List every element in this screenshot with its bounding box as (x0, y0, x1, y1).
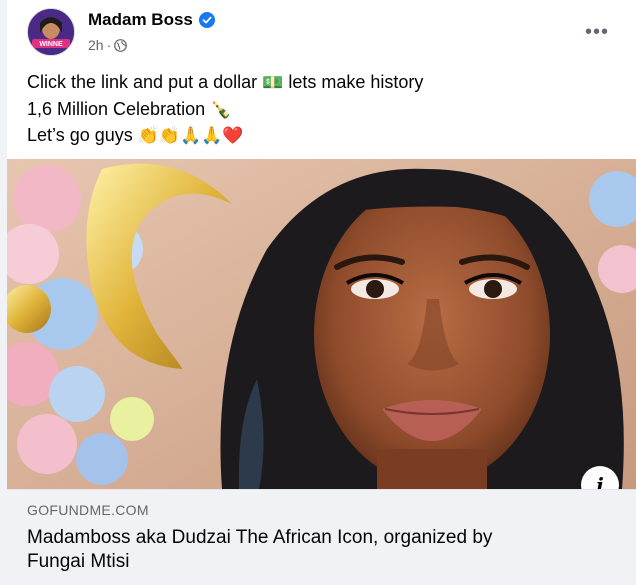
post-text-line-2: 1,6 Million Celebration 🍾 (27, 97, 627, 124)
more-options-glyph: ••• (584, 20, 609, 43)
portrait-photo (7, 159, 636, 489)
author-name[interactable]: Madam Boss (88, 10, 193, 30)
author-avatar[interactable]: WINNE (27, 8, 75, 56)
post-text-line-2-text: 1,6 Million Celebration (27, 98, 206, 119)
post-card: WINNE Madam Boss 2h · ••• Click the link… (7, 0, 636, 585)
link-title: Madamboss aka Dudzai The African Icon, o… (27, 526, 607, 574)
link-title-line-1: Madamboss aka Dudzai The African Icon, o… (27, 527, 493, 548)
meta-separator: · (106, 37, 112, 53)
post-text-line-1: Click the link and put a dollar 💵 lets m… (27, 70, 627, 97)
more-options-icon[interactable]: ••• (580, 18, 614, 46)
post-text-line-1-tail: lets make history (288, 72, 424, 92)
champagne-icon: 🍾 (210, 99, 232, 120)
post-meta: 2h · (88, 37, 128, 53)
clap-pray-heart-icons: 👏👏🙏🙏❤️ (137, 126, 244, 146)
link-title-line-2: Fungai Mtisi (27, 551, 130, 572)
avatar-image: WINNE (28, 9, 74, 55)
link-domain: GOFUNDME.COM (27, 502, 149, 518)
money-icon: 💵 (262, 73, 284, 93)
globe-icon[interactable] (114, 38, 128, 52)
link-preview-image[interactable] (7, 159, 636, 489)
post-text-line-1-text: Click the link and put a dollar (27, 72, 258, 92)
link-preview-caption[interactable]: GOFUNDME.COM Madamboss aka Dudzai The Af… (7, 489, 636, 585)
post-header: WINNE Madam Boss 2h · ••• (7, 0, 636, 68)
post-time[interactable]: 2h (88, 37, 104, 53)
verified-badge-icon (198, 12, 215, 28)
post-text-line-3: Let’s go guys 👏👏🙏🙏❤️ (27, 123, 627, 150)
author-name-row: Madam Boss (88, 10, 215, 30)
post-text: Click the link and put a dollar 💵 lets m… (27, 70, 627, 150)
post-text-line-3-text: Let’s go guys (27, 125, 133, 145)
avatar-text: WINNE (39, 41, 63, 48)
